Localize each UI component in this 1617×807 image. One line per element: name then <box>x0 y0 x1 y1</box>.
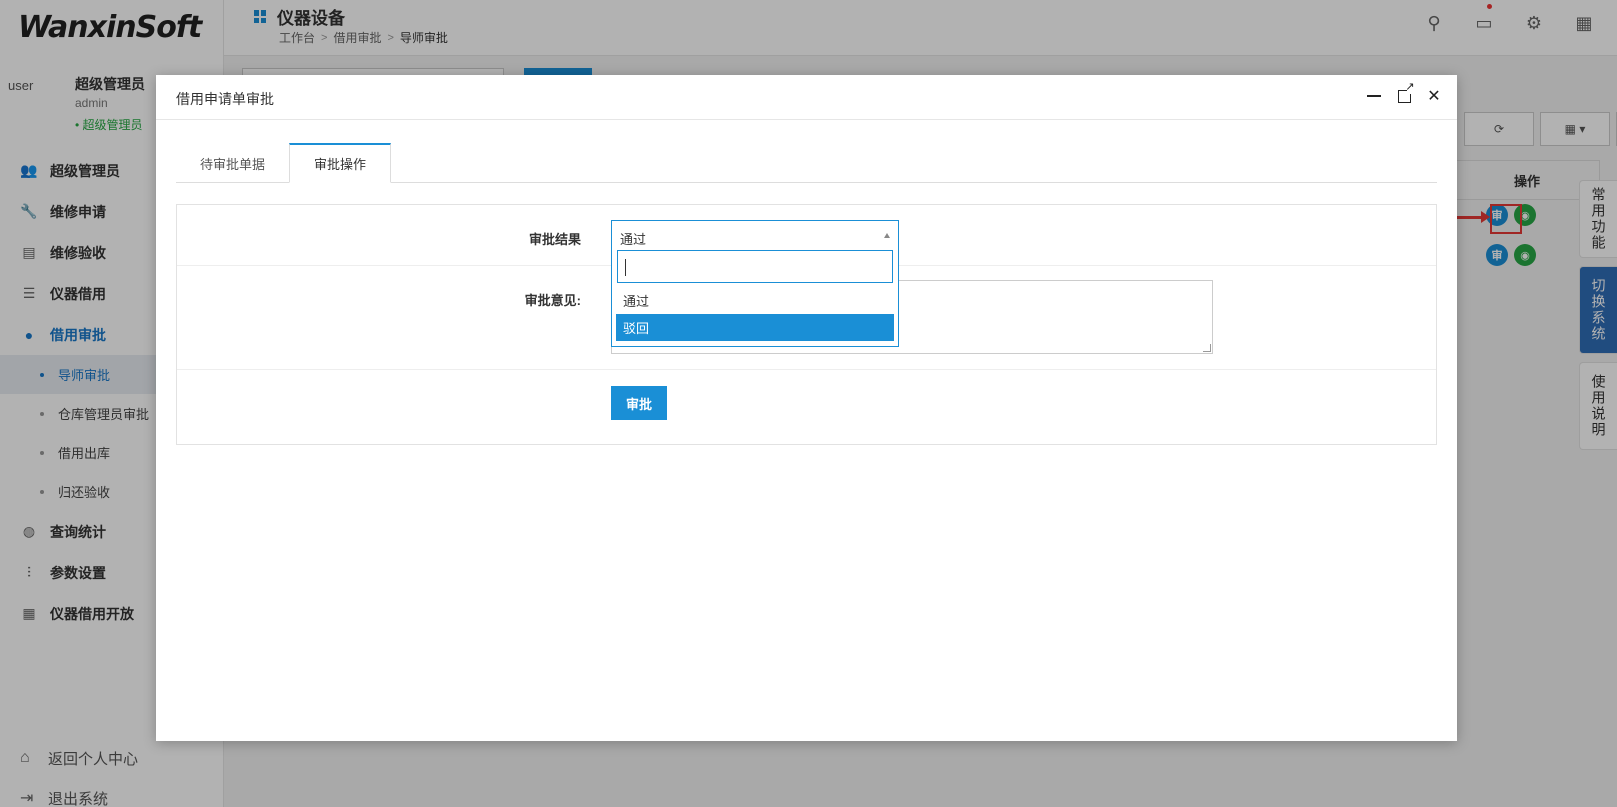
opinion-label: 审批意见: <box>524 293 581 308</box>
select-option-reject[interactable]: 驳回 <box>616 314 894 341</box>
dialog-header: 借用申请单审批 ✕ <box>156 75 1457 120</box>
resize-handle[interactable] <box>1203 344 1211 352</box>
minimize-icon[interactable] <box>1365 87 1383 105</box>
form-row-result: 审批结果 通过 通过 驳回 <box>177 205 1436 347</box>
tab-approval-action[interactable]: 审批操作 <box>289 143 392 183</box>
tab-pending-documents[interactable]: 待审批单据 <box>176 143 289 183</box>
approval-dialog: 借用申请单审批 ✕ 待审批单据 审批操作 审批结果 通过 通过 驳回 审批意见:… <box>156 75 1457 741</box>
form-row-submit: 审批 <box>177 370 1436 444</box>
result-label: 审批结果 <box>528 232 581 247</box>
maximize-icon[interactable] <box>1395 82 1415 105</box>
close-icon[interactable]: ✕ <box>1425 87 1443 105</box>
approval-form: 审批结果 通过 通过 驳回 审批意见: 审批 <box>176 204 1437 445</box>
dialog-tabs: 待审批单据 审批操作 <box>176 143 1437 183</box>
select-current-value: 通过 <box>620 232 647 247</box>
caret-up-icon <box>884 233 890 238</box>
result-select[interactable]: 通过 通过 驳回 <box>611 220 899 347</box>
select-search-input[interactable] <box>617 250 893 283</box>
select-option-pass[interactable]: 通过 <box>616 287 894 314</box>
approve-submit-button[interactable]: 审批 <box>611 386 667 420</box>
dialog-controls: ✕ <box>1365 82 1443 105</box>
dialog-title: 借用申请单审批 <box>176 91 274 107</box>
